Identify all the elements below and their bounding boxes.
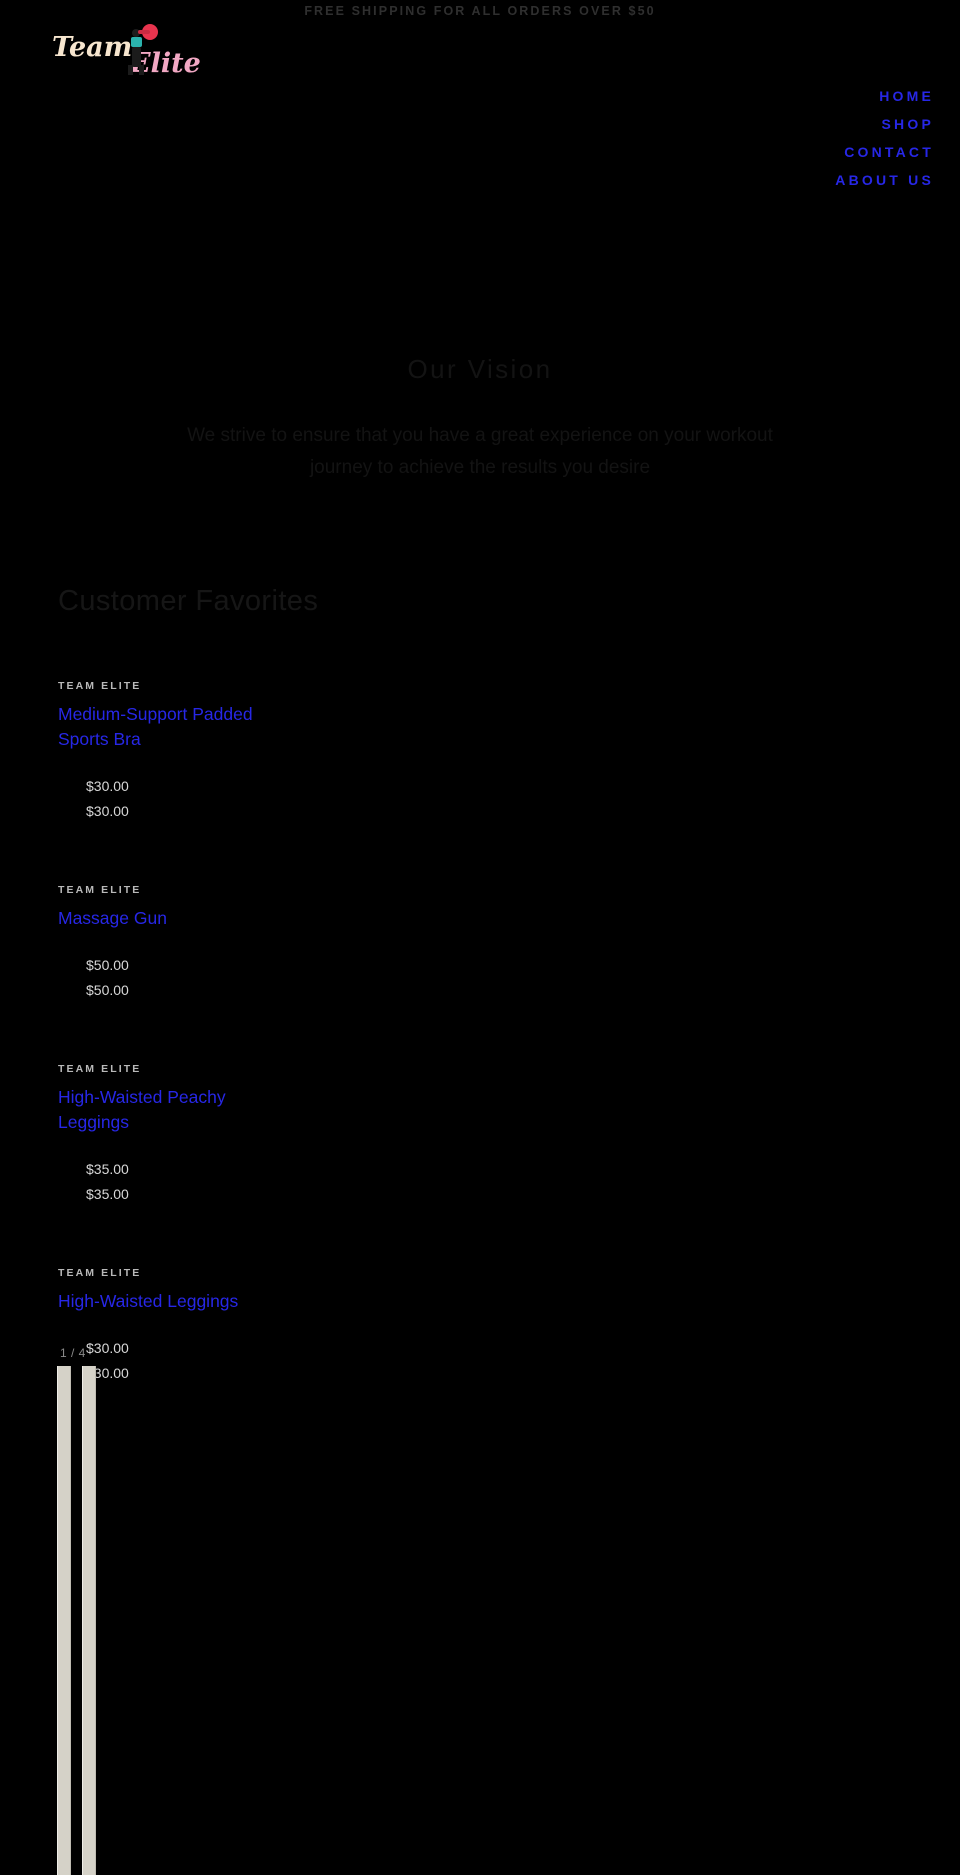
product-price-sale: $50.00 bbox=[86, 982, 129, 998]
nav-item-contact[interactable]: CONTACT bbox=[844, 140, 934, 165]
product-list: TEAM ELITE Medium-Support Padded Sports … bbox=[58, 678, 358, 1386]
product-price-sale: $35.00 bbox=[86, 1186, 129, 1202]
product-price-group: $50.00 $50.00 bbox=[58, 953, 358, 1003]
product-title-link[interactable]: Medium-Support Padded Sports Bra bbox=[58, 702, 258, 752]
customer-favorites-title: Customer Favorites bbox=[58, 585, 319, 617]
product-title-link[interactable]: Massage Gun bbox=[58, 906, 258, 931]
product-price-sale: $30.00 bbox=[86, 1365, 129, 1381]
svg-text:Team: Team bbox=[52, 32, 132, 63]
main-navigation[interactable]: HOME SHOP CONTACT ABOUT US bbox=[835, 84, 934, 193]
product-price-group: $30.00 $30.00 bbox=[58, 1336, 358, 1386]
product-price-regular: $50.00 bbox=[86, 957, 129, 973]
vision-body: We strive to ensure that you have a grea… bbox=[187, 425, 773, 478]
product-price-group: $35.00 $35.00 bbox=[58, 1157, 358, 1207]
product-price-regular: $35.00 bbox=[86, 1161, 129, 1177]
carousel-scrollbar-thumb[interactable] bbox=[82, 1366, 96, 1875]
site-logo[interactable]: Team Elite bbox=[52, 22, 212, 82]
vision-title: Our Vision bbox=[407, 354, 553, 384]
product-card: TEAM ELITE Medium-Support Padded Sports … bbox=[58, 678, 358, 824]
product-title-link[interactable]: High-Waisted Leggings bbox=[58, 1289, 258, 1314]
product-vendor: TEAM ELITE bbox=[58, 1267, 142, 1279]
carousel-page-counter: 1 / 4 bbox=[60, 1346, 86, 1360]
product-price-regular: $30.00 bbox=[86, 778, 129, 794]
nav-item-about-us[interactable]: ABOUT US bbox=[835, 168, 934, 193]
carousel-scrollbar-thumb[interactable] bbox=[57, 1366, 71, 1875]
product-card: TEAM ELITE Massage Gun $50.00 $50.00 bbox=[58, 882, 358, 1003]
nav-item-home[interactable]: HOME bbox=[879, 84, 934, 109]
product-card: TEAM ELITE High-Waisted Leggings $30.00 … bbox=[58, 1265, 358, 1386]
vision-section: Our Vision We strive to ensure that you … bbox=[0, 352, 960, 484]
product-title-link[interactable]: High-Waisted Peachy Leggings bbox=[58, 1085, 258, 1135]
storefront-page: FREE SHIPPING FOR ALL ORDERS OVER $50 Te… bbox=[0, 0, 960, 1875]
product-vendor: TEAM ELITE bbox=[58, 884, 142, 896]
carousel-scrollbar-track[interactable] bbox=[57, 1366, 96, 1875]
product-vendor: TEAM ELITE bbox=[58, 680, 142, 692]
product-card: TEAM ELITE High-Waisted Peachy Leggings … bbox=[58, 1061, 358, 1207]
product-price-regular: $30.00 bbox=[86, 1340, 129, 1356]
product-price-sale: $30.00 bbox=[86, 803, 129, 819]
nav-item-shop[interactable]: SHOP bbox=[882, 112, 934, 137]
product-price-group: $30.00 $30.00 bbox=[58, 774, 358, 824]
product-vendor: TEAM ELITE bbox=[58, 1063, 142, 1075]
site-header: Team Elite HOME SHOP CONTACT ABOUT US bbox=[0, 0, 960, 200]
